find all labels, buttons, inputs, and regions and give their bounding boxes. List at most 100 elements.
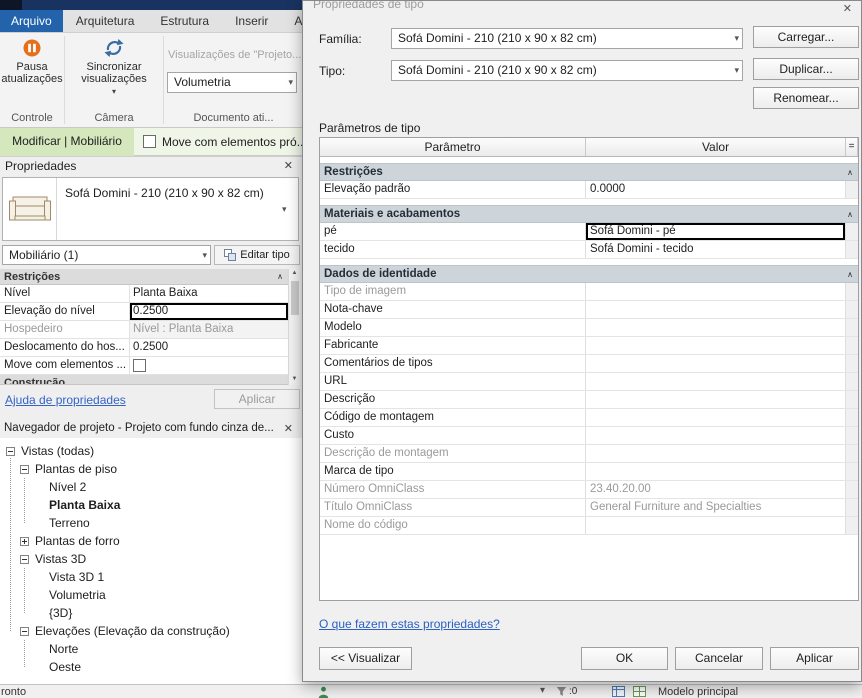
tree-item[interactable]: Elevações (Elevação da construção) [0,622,302,640]
tree-item[interactable]: Oeste [0,658,302,676]
palette-section-header[interactable]: Restrições ∧ [0,269,288,285]
duplicate-button[interactable]: Duplicar... [753,58,859,80]
parameter-name-cell: URL [320,373,586,390]
parameter-group-header[interactable]: Materiais e acabamentos ∧ [320,205,858,223]
close-icon[interactable]: ✕ [843,2,852,15]
collapse-icon[interactable] [20,554,29,564]
associate-parameter-cell [846,301,858,318]
rename-button[interactable]: Renomear... [753,87,859,109]
grid-icon[interactable] [633,686,646,697]
palette-apply-button[interactable]: Aplicar [214,389,300,409]
parameter-value-cell[interactable] [586,337,846,354]
collapse-icon[interactable] [20,626,29,636]
ribbon-tab-estrutura[interactable]: Estrutura [147,10,222,32]
tree-item[interactable]: Vistas (todas) [0,442,302,460]
parameter-row: URL [320,373,858,391]
palette-section-header-clipped[interactable]: Construção [0,375,288,385]
parameter-value-cell[interactable] [586,517,846,534]
properties-help-link[interactable]: Ajuda de propriedades [5,393,126,407]
view-combo[interactable]: Volumetria ▾ [167,72,297,93]
preview-button[interactable]: << Visualizar [319,647,412,670]
parameter-value-cell[interactable] [586,409,846,426]
cancel-button[interactable]: Cancelar [675,647,763,670]
selection-combo-value: Mobiliário (1) [9,248,79,262]
tree-item[interactable]: Nível 2 [0,478,302,496]
palette-header: Propriedades ✕ [0,157,302,176]
parameter-value-cell[interactable]: Sofá Domini - pé [586,223,846,240]
type-parameters-label: Parâmetros de tipo [319,121,421,135]
tree-item[interactable]: Vista 3D 1 [0,568,302,586]
sync-views-button[interactable]: Sincronizar visualizações ▾ [66,36,162,100]
tree-item[interactable]: Norte [0,640,302,658]
move-with-nearby-label: Move com elementos pró... [162,135,307,149]
selection-combo[interactable]: Mobiliário (1) ▾ [2,245,211,265]
collapse-icon[interactable] [6,446,15,456]
parameter-group-header[interactable]: Dados de identidade ∧ [320,265,858,283]
ribbon-tab-arquivo[interactable]: Arquivo [0,10,63,32]
expand-icon[interactable] [20,536,29,546]
move-with-nearby-checkbox[interactable] [143,135,156,148]
move-with-elements-checkbox[interactable] [133,359,146,373]
column-header-equals: = [846,138,858,156]
property-value[interactable] [130,357,288,374]
tree-item[interactable]: Plantas de forro [0,532,302,550]
parameter-value-cell[interactable]: 23.40.20.00 [586,481,846,498]
panel-icon[interactable] [612,686,625,697]
type-selector[interactable]: Sofá Domini - 210 (210 x 90 x 82 cm) ▾ [2,177,299,241]
tree-item-label: Volumetria [49,588,106,602]
parameter-value-cell[interactable] [586,355,846,372]
type-combo[interactable]: Sofá Domini - 210 (210 x 90 x 82 cm) ▾ [391,60,743,81]
parameter-value-cell[interactable] [586,301,846,318]
parameter-value-cell[interactable] [586,319,846,336]
tree-item[interactable]: Terreno [0,514,302,532]
associate-parameter-cell [846,373,858,390]
tree-item[interactable]: Plantas de piso [0,460,302,478]
scroll-down-icon[interactable]: ▼ [289,375,300,384]
worksharing-user-icon[interactable] [318,686,329,698]
section-name: Restrições [4,271,61,283]
collapse-icon[interactable] [20,464,29,474]
family-combo[interactable]: Sofá Domini - 210 (210 x 90 x 82 cm) ▾ [391,28,743,49]
dialog-apply-button[interactable]: Aplicar [770,647,859,670]
parameter-group-header[interactable]: Restrições ∧ [320,163,858,181]
chevron-down-icon[interactable]: ▾ [540,685,545,696]
tree-item[interactable]: {3D} [0,604,302,622]
tree-item[interactable]: Planta Baixa [0,496,302,514]
parameter-value-cell[interactable]: Sofá Domini - tecido [586,241,846,258]
ok-button[interactable]: OK [581,647,668,670]
filter-icon[interactable] [556,686,567,697]
parameter-value-cell[interactable] [586,373,846,390]
property-row: Move com elementos ... [0,357,288,375]
scrollbar-thumb[interactable] [291,281,299,315]
parameter-value-cell[interactable] [586,283,846,300]
property-label: Hospedeiro [0,321,130,338]
pause-updates-button[interactable]: Pausa atualizações [1,36,63,100]
parameter-row: Fabricante [320,337,858,355]
dialog-help-link[interactable]: O que fazem estas propriedades? [319,617,500,631]
parameter-name-cell: Nome do código [320,517,586,534]
load-button[interactable]: Carregar... [753,26,859,48]
pause-icon [23,39,41,57]
parameter-value-cell[interactable]: 0.0000 [586,181,846,198]
property-row: Nível Planta Baixa [0,285,288,303]
parameter-value-cell[interactable] [586,427,846,444]
tree-item[interactable]: Volumetria [0,586,302,604]
ribbon-tab-arquitetura[interactable]: Arquitetura [63,10,148,32]
group-name: Materiais e acabamentos [324,208,461,220]
property-value[interactable]: Nível : Planta Baixa [130,321,288,338]
property-value[interactable]: 0.2500 [130,339,288,356]
scroll-up-icon[interactable]: ▲ [289,269,300,278]
chevron-down-icon: ▾ [734,65,739,75]
property-value[interactable]: 0.2500 [130,303,288,320]
close-icon[interactable]: ✕ [284,159,293,172]
parameter-value-cell[interactable]: General Furniture and Specialties [586,499,846,516]
parameter-value-cell[interactable] [586,463,846,480]
palette-scrollbar[interactable]: ▲ ▼ [288,269,300,385]
close-icon[interactable]: ✕ [284,422,293,435]
property-value[interactable]: Planta Baixa [130,285,288,302]
edit-type-button[interactable]: Editar tipo [214,245,300,265]
ribbon-tab-inserir[interactable]: Inserir [222,10,281,32]
parameter-value-cell[interactable] [586,445,846,462]
tree-item[interactable]: Vistas 3D [0,550,302,568]
parameter-value-cell[interactable] [586,391,846,408]
